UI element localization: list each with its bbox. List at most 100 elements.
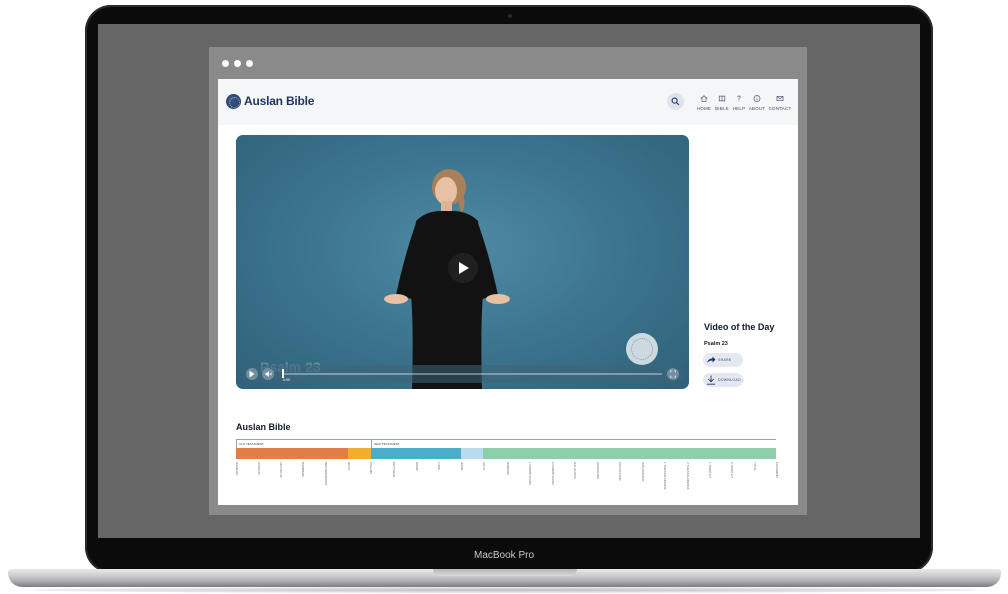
info-icon: [753, 95, 761, 102]
logo-icon[interactable]: [226, 94, 241, 109]
video-progress-bar[interactable]: [282, 373, 662, 375]
book-icon: [718, 95, 726, 102]
book-link[interactable]: PHILEMON: [775, 462, 790, 502]
book-link[interactable]: COLOSSIANS: [641, 462, 656, 502]
book-link[interactable]: EXODUS: [257, 462, 272, 502]
window-minimize-dot[interactable]: [234, 60, 241, 67]
book-link[interactable]: NUMBERS: [301, 462, 316, 502]
nav-bible[interactable]: BIBLE: [714, 94, 730, 111]
book-link[interactable]: LEVITICUS: [279, 462, 294, 502]
book-link[interactable]: ROMANS: [506, 462, 521, 502]
camera: [508, 14, 512, 18]
book-label: EPHESIANS: [596, 462, 600, 480]
play-overlay-button[interactable]: [448, 253, 478, 283]
book-label: TITUS: [753, 462, 757, 471]
votd-heading: Video of the Day: [704, 322, 775, 332]
book-link[interactable]: JOHN: [460, 462, 475, 502]
band-law[interactable]: [236, 448, 348, 459]
fullscreen-icon: [670, 370, 676, 378]
book-label: 1 TIMOTHY: [708, 462, 712, 478]
share-label: SHARE: [718, 358, 732, 362]
share-button[interactable]: SHARE: [703, 353, 743, 367]
book-link[interactable]: 1 TIMOTHY: [708, 462, 723, 502]
band-poetry[interactable]: [348, 448, 371, 459]
video-controls: 0:00: [241, 365, 684, 383]
share-icon: [707, 356, 716, 363]
download-label: DOWNLOAD: [718, 378, 741, 382]
book-link[interactable]: GALATIANS: [573, 462, 588, 502]
book-link[interactable]: RUTH: [347, 462, 362, 502]
band-gospels[interactable]: [371, 448, 461, 459]
browser-window: Auslan Bible HOME BIBLE HELP ABOUT CONTA…: [209, 47, 807, 515]
book-link[interactable]: PSALMS: [369, 462, 384, 502]
book-link[interactable]: GENESIS: [235, 462, 250, 502]
download-button[interactable]: DOWNLOAD: [703, 373, 743, 387]
fullscreen-button[interactable]: [667, 368, 679, 380]
nav-about-label: ABOUT: [748, 106, 766, 111]
book-link[interactable]: MARK: [415, 462, 430, 502]
home-icon: [700, 95, 708, 102]
book-link[interactable]: 1 THESSALONIANS: [663, 462, 678, 502]
nav-contact[interactable]: CONTACT: [768, 94, 792, 111]
search-icon: [671, 97, 680, 106]
book-label: GALATIANS: [573, 462, 577, 479]
book-label: 2 CORINTHIANS: [551, 462, 555, 486]
book-label: COLOSSIANS: [641, 462, 645, 482]
book-label: 1 CORINTHIANS: [528, 462, 532, 486]
nav-about[interactable]: ABOUT: [748, 94, 766, 111]
book-link[interactable]: 2 THESSALONIANS: [686, 462, 701, 502]
site-header: Auslan Bible HOME BIBLE HELP ABOUT CONTA…: [218, 79, 798, 125]
votd-subtitle[interactable]: Psalm 23: [704, 341, 728, 347]
window-close-dot[interactable]: [222, 60, 229, 67]
book-link[interactable]: LUKE: [437, 462, 452, 502]
book-link[interactable]: 2 TIMOTHY: [730, 462, 745, 502]
book-link[interactable]: DEUTERONOMY: [324, 462, 339, 502]
book-label: 2 THESSALONIANS: [686, 462, 690, 490]
laptop-notch: [433, 569, 577, 576]
book-link[interactable]: 2 CORINTHIANS: [551, 462, 566, 502]
band-history[interactable]: [461, 448, 483, 459]
book-link[interactable]: ACTS: [482, 462, 497, 502]
signer-figure: [384, 169, 510, 389]
book-link[interactable]: EPHESIANS: [596, 462, 611, 502]
book-label: PHILEMON: [775, 462, 779, 478]
device-model-label: MacBook Pro: [473, 550, 535, 561]
book-label: EXODUS: [257, 462, 261, 475]
bible-section-title: Auslan Bible: [236, 422, 291, 432]
book-label: 2 TIMOTHY: [730, 462, 734, 478]
band-letters[interactable]: [483, 448, 776, 459]
book-label: PHILIPPIANS: [618, 462, 622, 481]
book-link[interactable]: TITUS: [753, 462, 768, 502]
site-logo[interactable]: Auslan Bible: [244, 94, 314, 108]
nav-home[interactable]: HOME: [696, 94, 712, 111]
book-label: DEUTERONOMY: [324, 462, 328, 486]
search-button[interactable]: [667, 93, 684, 110]
nav-help-label: HELP: [732, 106, 746, 111]
old-testament-label: OLD TESTAMENT: [239, 442, 264, 446]
mail-icon: [776, 96, 784, 101]
nav-home-label: HOME: [696, 106, 712, 111]
volume-icon: [265, 371, 272, 377]
play-small-icon: [249, 370, 255, 378]
play-icon: [459, 262, 469, 274]
nav-help[interactable]: HELP: [732, 94, 746, 111]
book-label: LEVITICUS: [279, 462, 283, 478]
book-link[interactable]: PHILIPPIANS: [618, 462, 633, 502]
book-link[interactable]: MATTHEW: [392, 462, 407, 502]
window-maximize-dot[interactable]: [246, 60, 253, 67]
nav-contact-label: CONTACT: [768, 106, 792, 111]
video-player[interactable]: Psalm 23 0:00: [236, 135, 689, 389]
auslan-watermark-logo: [626, 333, 658, 365]
nav-bible-label: BIBLE: [715, 106, 729, 111]
book-label: NUMBERS: [301, 462, 305, 478]
book-link[interactable]: 1 CORINTHIANS: [528, 462, 543, 502]
new-testament-label: NEW TESTAMENT: [374, 442, 400, 446]
play-button[interactable]: [246, 368, 258, 380]
video-progress-handle[interactable]: [282, 369, 284, 378]
book-label: MARK: [415, 462, 419, 471]
book-label: ROMANS: [506, 462, 510, 476]
book-label: MATTHEW: [392, 462, 396, 477]
mute-button[interactable]: [262, 368, 274, 380]
video-time: 0:00: [283, 378, 290, 382]
book-label: RUTH: [347, 462, 351, 471]
